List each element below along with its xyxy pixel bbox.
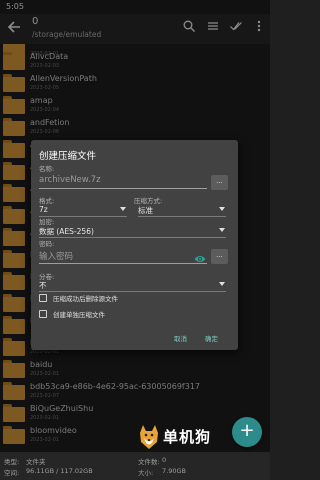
- usage-value: 96.11GB / 117.02GB: [26, 467, 93, 475]
- separate-archive-label: 创建单独压缩文件: [53, 311, 105, 319]
- password-input[interactable]: 输入密码: [39, 250, 207, 264]
- files-value: 0: [162, 456, 167, 464]
- watermark: 单机狗: [137, 423, 213, 453]
- split-value: 不: [39, 281, 47, 290]
- checkbox-box[interactable]: [39, 310, 47, 318]
- ok-button[interactable]: 确定: [205, 333, 218, 343]
- type-label: 类型:: [4, 458, 20, 466]
- split-select[interactable]: 不: [39, 278, 226, 292]
- delete-source-checkbox[interactable]: 压缩成功后删除源文件: [39, 293, 199, 305]
- checkbox-box[interactable]: [39, 294, 47, 302]
- password-options-label: ...: [216, 251, 223, 259]
- dropdown-arrow-icon: [219, 207, 225, 211]
- dropdown-arrow-icon: [219, 282, 225, 286]
- browse-button[interactable]: ...: [211, 175, 228, 190]
- size-label: 大小:: [138, 469, 154, 477]
- dog-logo-icon: [140, 425, 158, 449]
- watermark-text: 单机狗: [163, 428, 212, 446]
- dropdown-arrow-icon: [120, 207, 126, 211]
- compress-value: 标准: [138, 206, 153, 215]
- password-label: 密码:: [39, 240, 55, 248]
- encrypt-select[interactable]: 数据 (AES-256): [39, 224, 226, 238]
- name-label: 名称:: [39, 165, 55, 173]
- encrypt-value: 数据 (AES-256): [39, 227, 94, 236]
- password-options-button[interactable]: ...: [211, 249, 228, 264]
- bottom-info-panel: 类型: 文件夹 空间: 96.11GB / 117.02GB 文件数: 0 大小…: [0, 452, 270, 480]
- usage-label: 空间:: [4, 469, 20, 477]
- add-fab-button[interactable]: +: [232, 417, 262, 447]
- type-value: 文件夹: [26, 458, 46, 466]
- create-archive-dialog: 创建压缩文件 名称: archiveNew.7z ... 格式: 压缩方式: 7…: [31, 140, 238, 350]
- cancel-button[interactable]: 取消: [174, 333, 187, 343]
- browse-button-label: ...: [216, 177, 223, 185]
- archive-name-input[interactable]: archiveNew.7z: [39, 175, 207, 189]
- dropdown-arrow-icon: [219, 228, 225, 232]
- plus-icon: +: [239, 420, 255, 441]
- format-select[interactable]: 7z: [39, 203, 127, 217]
- delete-source-label: 压缩成功后删除源文件: [53, 295, 118, 303]
- eye-icon[interactable]: [194, 254, 206, 264]
- files-label: 文件数:: [138, 458, 160, 466]
- compress-select[interactable]: 标准: [138, 203, 226, 217]
- dialog-title: 创建压缩文件: [39, 151, 97, 162]
- size-value: 7.90GB: [162, 467, 186, 475]
- format-value: 7z: [39, 205, 48, 214]
- separate-archive-checkbox[interactable]: 创建单独压缩文件: [39, 309, 199, 321]
